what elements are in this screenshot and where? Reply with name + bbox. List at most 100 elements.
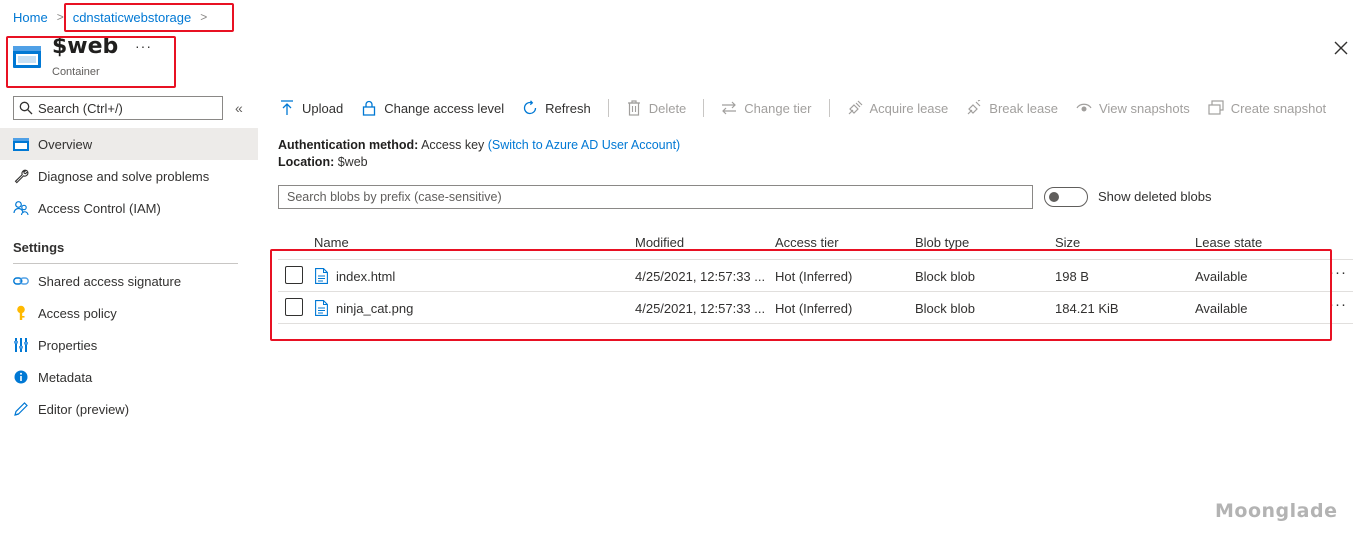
- pencil-icon: [12, 400, 30, 418]
- blob-size: 198 B: [1055, 269, 1089, 284]
- breadcrumb: Home > cdnstaticwebstorage >: [13, 8, 216, 26]
- blob-search-input[interactable]: Search blobs by prefix (case-sensitive): [278, 185, 1033, 209]
- info-icon: [12, 368, 30, 386]
- delete-button[interactable]: Delete: [625, 99, 687, 117]
- lease-icon: [846, 99, 864, 117]
- view-snapshots-label: View snapshots: [1098, 100, 1190, 116]
- breadcrumb-chevron-icon: >: [200, 10, 208, 24]
- collapse-sidebar-icon[interactable]: «: [235, 100, 243, 116]
- column-header-size[interactable]: Size: [1055, 235, 1080, 250]
- column-header-blob-type[interactable]: Blob type: [915, 235, 969, 250]
- show-deleted-label: Show deleted blobs: [1098, 189, 1212, 204]
- sidebar-item-label: Diagnose and solve problems: [38, 168, 210, 184]
- refresh-button[interactable]: Refresh: [521, 99, 591, 117]
- trash-icon: [625, 99, 643, 117]
- location-line: Location: $web: [278, 155, 368, 169]
- upload-icon: [278, 99, 296, 117]
- acquire-lease-button[interactable]: Acquire lease: [846, 99, 948, 117]
- blob-name-link[interactable]: ninja_cat.png: [336, 301, 413, 316]
- change-tier-button[interactable]: Change tier: [720, 99, 812, 117]
- sidebar-search-input[interactable]: Search (Ctrl+/): [13, 96, 223, 120]
- blob-name-link[interactable]: index.html: [336, 269, 395, 284]
- row-checkbox[interactable]: [285, 266, 303, 284]
- swap-arrows-icon: [720, 99, 738, 117]
- sidebar-item-label: Metadata: [38, 369, 93, 385]
- sidebar-item-diagnose[interactable]: Diagnose and solve problems: [0, 160, 258, 192]
- breadcrumb-storage-link[interactable]: cdnstaticwebstorage: [73, 10, 192, 25]
- blob-size: 184.21 KiB: [1055, 301, 1119, 316]
- toolbar-divider: [703, 99, 705, 117]
- auth-method-value: Access key: [421, 138, 485, 152]
- auth-method-line: Authentication method: Access key (Switc…: [278, 138, 680, 152]
- row-more-options-icon[interactable]: ···: [1329, 296, 1347, 313]
- toggle-knob: [1049, 192, 1059, 202]
- sidebar-search-placeholder: Search (Ctrl+/): [38, 100, 123, 116]
- toolbar-divider: [607, 99, 609, 117]
- create-snapshot-label: Create snapshot: [1230, 100, 1327, 116]
- breadcrumb-home-link[interactable]: Home: [13, 10, 48, 25]
- file-icon: [315, 268, 328, 287]
- sidebar-item-metadata[interactable]: Metadata: [0, 361, 258, 393]
- sidebar-item-properties[interactable]: Properties: [0, 329, 258, 361]
- sidebar-item-access-policy[interactable]: Access policy: [0, 297, 258, 329]
- show-deleted-toggle[interactable]: [1044, 187, 1088, 207]
- page-title: $web: [52, 34, 119, 59]
- sidebar-item-label: Overview: [38, 136, 93, 152]
- container-icon: [12, 135, 30, 153]
- refresh-icon: [521, 99, 539, 117]
- sidebar-item-label: Properties: [38, 337, 98, 353]
- more-options-icon[interactable]: ···: [135, 38, 152, 54]
- close-icon[interactable]: [1333, 40, 1349, 56]
- column-header-name[interactable]: Name: [314, 235, 349, 250]
- sidebar-item-label: Editor (preview): [38, 401, 130, 417]
- sidebar-item-editor[interactable]: Editor (preview): [0, 393, 258, 425]
- blob-access-tier: Hot (Inferred): [775, 301, 853, 316]
- blob-access-tier: Hot (Inferred): [775, 269, 853, 284]
- row-checkbox[interactable]: [285, 298, 303, 316]
- eye-icon: [1075, 99, 1093, 117]
- upload-button[interactable]: Upload: [278, 99, 343, 117]
- sidebar-item-shared-access-signature[interactable]: Shared access signature: [0, 265, 258, 297]
- container-icon: [13, 44, 41, 71]
- blob-modified: 4/25/2021, 12:57:33 ...: [635, 269, 766, 284]
- blob-modified: 4/25/2021, 12:57:33 ...: [635, 301, 766, 316]
- toolbar-divider: [828, 99, 830, 117]
- column-header-lease-state[interactable]: Lease state: [1195, 235, 1262, 250]
- blob-type: Block blob: [915, 269, 975, 284]
- break-lease-button[interactable]: Break lease: [965, 99, 1058, 117]
- breadcrumb-separator-icon: >: [56, 10, 64, 24]
- break-lease-label: Break lease: [989, 100, 1058, 116]
- link-icon: [12, 272, 30, 290]
- location-value: $web: [337, 155, 368, 169]
- properties-icon: [12, 336, 30, 354]
- auth-method-label: Authentication method:: [278, 138, 419, 152]
- sidebar-item-access-control[interactable]: Access Control (IAM): [0, 192, 258, 224]
- create-snapshot-button[interactable]: Create snapshot: [1207, 99, 1326, 117]
- sidebar-item-overview[interactable]: Overview: [0, 128, 258, 160]
- column-header-modified[interactable]: Modified: [635, 235, 684, 250]
- change-access-level-button[interactable]: Change access level: [360, 99, 504, 117]
- key-icon: [12, 304, 30, 322]
- location-label: Location:: [278, 155, 335, 169]
- column-header-access-tier[interactable]: Access tier: [775, 235, 839, 250]
- row-more-options-icon[interactable]: ···: [1329, 264, 1347, 281]
- command-bar: Upload Change access level Refresh Delet…: [278, 96, 1343, 120]
- sidebar-item-label: Shared access signature: [38, 273, 182, 289]
- blob-lease-state: Available: [1195, 301, 1248, 316]
- blob-type: Block blob: [915, 301, 975, 316]
- delete-label: Delete: [648, 100, 687, 116]
- watermark: Moonglade: [1215, 500, 1338, 522]
- switch-auth-link[interactable]: (Switch to Azure AD User Account): [488, 138, 680, 152]
- sidebar-item-label: Access policy: [38, 305, 117, 321]
- search-icon: [19, 101, 33, 115]
- blob-lease-state: Available: [1195, 269, 1248, 284]
- sidebar-item-label: Access Control (IAM): [38, 200, 161, 216]
- wrench-icon: [12, 167, 30, 185]
- change-access-level-label: Change access level: [384, 100, 505, 116]
- people-icon: [12, 199, 30, 217]
- sidebar-divider: [13, 263, 238, 264]
- sidebar-section-settings: Settings: [13, 240, 65, 255]
- break-lease-icon: [965, 99, 983, 117]
- view-snapshots-button[interactable]: View snapshots: [1075, 99, 1190, 117]
- snapshot-icon: [1207, 99, 1225, 117]
